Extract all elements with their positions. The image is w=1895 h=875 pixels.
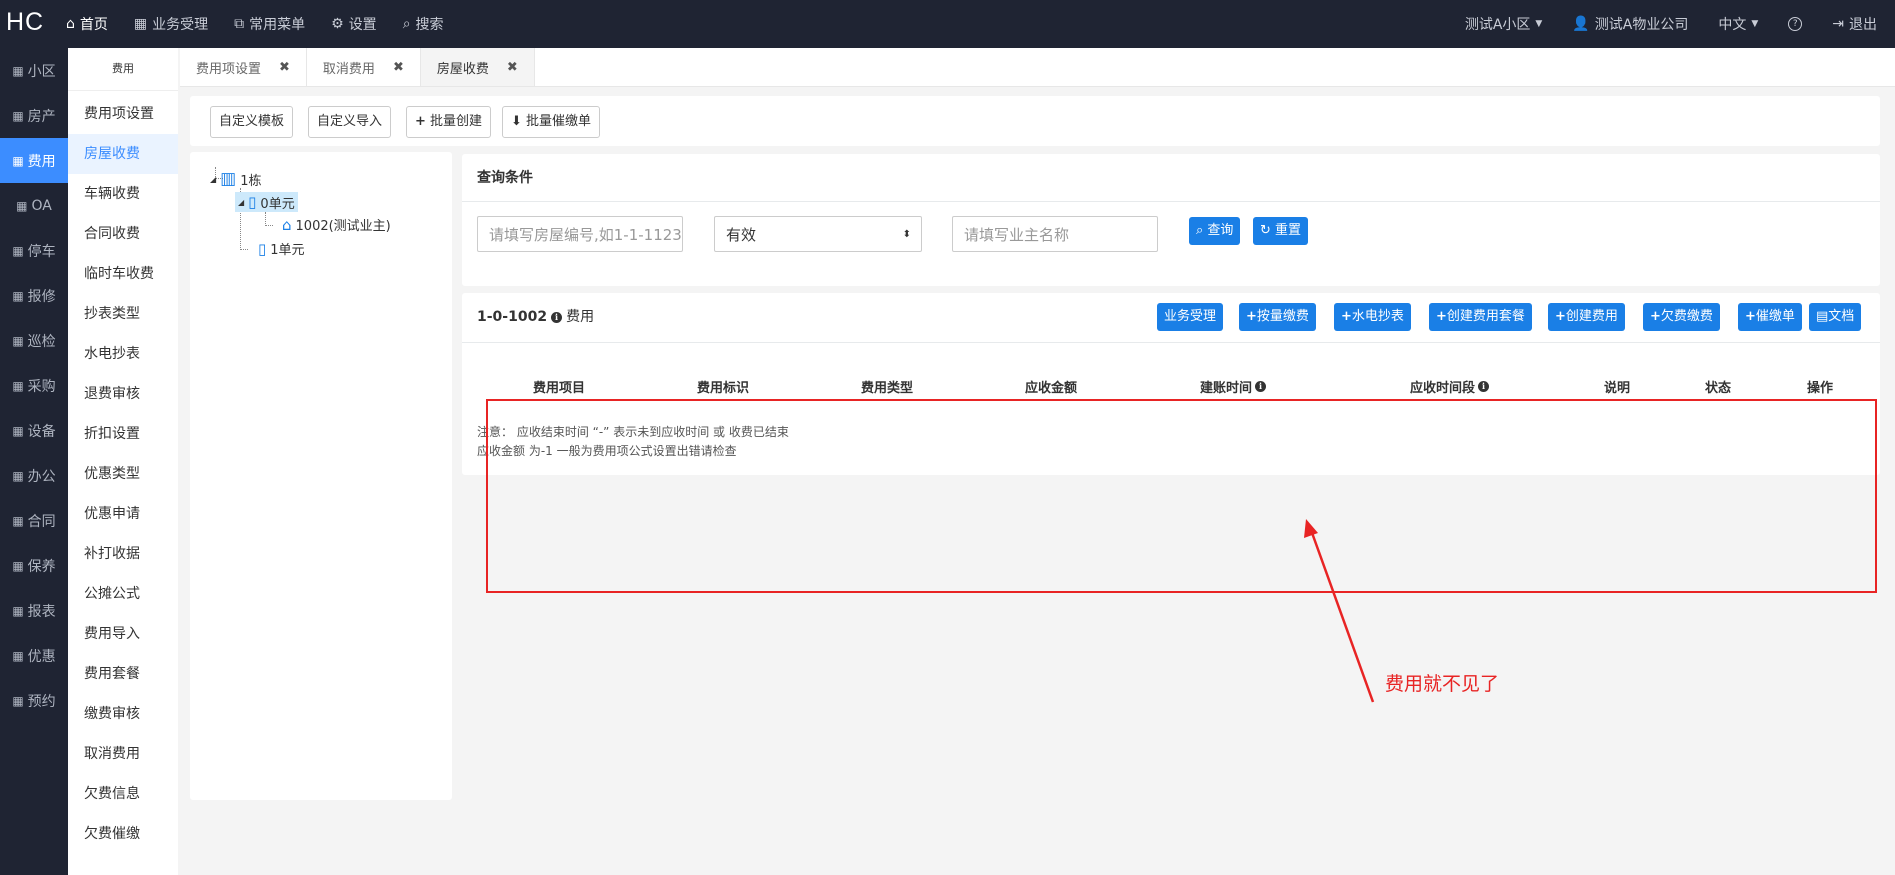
annotation-text: 费用就不见了 bbox=[1385, 673, 1500, 695]
annotation-arrow bbox=[1304, 519, 1375, 703]
